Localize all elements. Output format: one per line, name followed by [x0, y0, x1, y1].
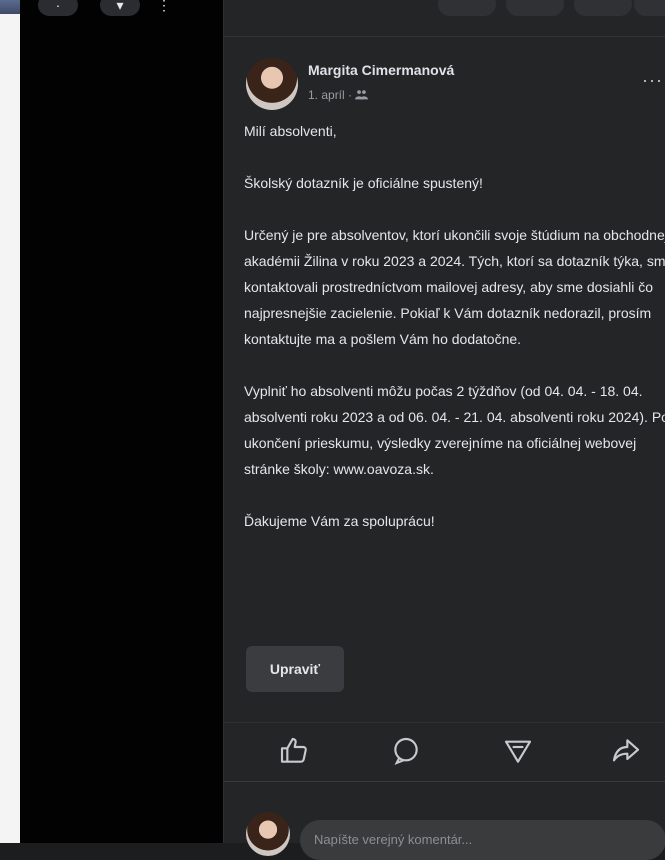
top-left-control[interactable]: ·	[38, 0, 78, 16]
send-icon[interactable]	[502, 735, 534, 767]
more-options-icon[interactable]: ···	[642, 70, 663, 91]
author-name[interactable]: Margita Cimermanová	[308, 62, 454, 78]
post-paragraph: Školský dotazník je oficiálne spustený!	[244, 175, 483, 191]
post-actions-bar	[224, 722, 665, 782]
post-date[interactable]: 1. apríl ·	[308, 88, 352, 102]
post-paragraph: Určený je pre absolventov, ktorí ukončil…	[244, 227, 665, 347]
thumbs-up-icon[interactable]	[278, 735, 310, 767]
left-edge-strip	[0, 14, 20, 843]
post-text: Milí absolventi, Školský dotazník je ofi…	[244, 118, 665, 560]
left-dark-area: · ▾ ⋮	[20, 0, 223, 843]
edit-button[interactable]: Upraviť	[246, 646, 344, 692]
post-panel: Margita Cimermanová 1. apríl · ··· Milí …	[223, 0, 665, 860]
commenter-avatar	[246, 812, 290, 856]
audience-icon	[355, 88, 369, 102]
post-paragraph: Ďakujeme Vám za spoluprácu!	[244, 513, 435, 529]
top-bar-button[interactable]	[574, 0, 632, 16]
menu-dots-icon[interactable]: ⋮	[152, 0, 176, 16]
comment-input[interactable]: Napíšte verejný komentár...	[300, 820, 665, 860]
top-bar-button[interactable]	[634, 0, 665, 16]
avatar[interactable]	[246, 58, 298, 110]
top-bar-button[interactable]	[506, 0, 564, 16]
post-paragraph: Milí absolventi,	[244, 123, 337, 139]
post-paragraph: Vyplniť ho absolventi môžu počas 2 týždň…	[244, 383, 665, 477]
top-bar	[224, 0, 665, 37]
share-icon[interactable]	[610, 735, 642, 767]
comment-icon[interactable]	[390, 735, 422, 767]
post-meta: 1. apríl ·	[308, 88, 369, 102]
chevron-down-icon[interactable]: ▾	[100, 0, 140, 16]
top-bar-button[interactable]	[438, 0, 496, 16]
